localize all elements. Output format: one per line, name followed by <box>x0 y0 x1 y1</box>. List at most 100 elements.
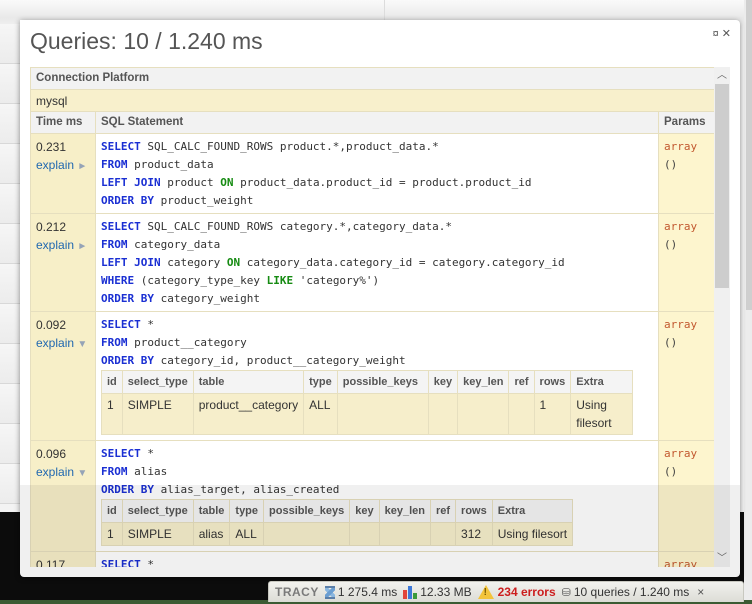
params-value: () <box>664 158 678 171</box>
page-scrollbar-thumb[interactable] <box>746 0 752 310</box>
scroll-down-icon[interactable]: ﹀ <box>714 550 730 567</box>
explain-cell <box>508 393 535 435</box>
sql-line: FROM product_data <box>101 156 653 174</box>
explain-link[interactable]: explain ► <box>36 238 87 252</box>
explain-column-header: type <box>303 370 338 394</box>
column-time: Time ms <box>30 111 96 134</box>
triangle-down-icon: ▼ <box>77 339 88 350</box>
sql-line: LEFT JOIN product ON product_data.produc… <box>101 174 653 192</box>
query-time-cell: 0.212 explain ► <box>30 213 96 312</box>
explain-column-header: key_len <box>378 499 431 523</box>
sql-text: 'category%') <box>293 274 380 287</box>
tracy-close-icon[interactable]: × <box>697 585 704 599</box>
queries-panel: Queries: 10 / 1.240 ms ¤✕ Connection Pla… <box>20 20 740 577</box>
connection-table: Connection Platform mysql Time ms SQL St… <box>30 67 714 567</box>
triangle-right-icon: ► <box>77 241 88 252</box>
explain-cell <box>427 393 459 435</box>
tracy-errors-value: 234 errors <box>497 585 556 599</box>
sql-keyword: LEFT JOIN <box>101 256 161 269</box>
sql-keyword: SELECT <box>101 140 141 153</box>
sql-text: * <box>140 318 154 331</box>
explain-cell: SIMPLE <box>121 393 194 435</box>
warning-icon: ! <box>477 585 494 599</box>
explain-link[interactable]: explain ▼ <box>36 465 87 479</box>
tracy-errors[interactable]: ! 234 errors <box>477 585 556 599</box>
sql-line: SELECT * <box>101 316 653 334</box>
queries-scroll-area: Connection Platform mysql Time ms SQL St… <box>30 67 714 567</box>
sql-statement: SELECT SQL_CALC_FOUND_ROWS category.*,ca… <box>95 213 659 312</box>
column-params: Params <box>657 111 714 134</box>
sql-statement: SELECT * FROM alias ORDER BY alias_target,… <box>95 440 659 552</box>
pin-icon[interactable]: ¤ <box>713 28 722 40</box>
params-type: array <box>664 558 698 567</box>
query-params: array () <box>657 133 714 214</box>
explain-table: id select_type table type possible_keys key ke… <box>101 499 574 546</box>
tracy-queries[interactable]: ⛁ 10 queries / 1.240 ms <box>562 585 690 599</box>
explain-label: explain <box>36 238 75 252</box>
sql-keyword: WHERE <box>101 274 135 287</box>
close-icon[interactable]: ✕ <box>722 28 734 40</box>
sql-keyword: ORDER BY <box>101 194 154 207</box>
tracy-memory-value: 12.33 MB <box>420 585 472 599</box>
tracy-logo[interactable]: TRACY <box>275 585 319 599</box>
connection-value: mysql <box>30 89 714 112</box>
sql-statement: SELECT SQL_CALC_FOUND_ROWS product.*,pro… <box>95 133 659 214</box>
sql-line: LEFT JOIN category ON category_data.cate… <box>101 254 653 272</box>
params-value: () <box>664 238 678 251</box>
connection-header: Connection Platform <box>30 67 714 90</box>
panel-scrollbar-thumb[interactable] <box>715 84 729 288</box>
sql-keyword: FROM <box>101 238 128 251</box>
tracy-memory[interactable]: 12.33 MB <box>403 585 472 599</box>
params-value: () <box>664 465 678 478</box>
sql-line: SELECT SQL_CALC_FOUND_ROWS category.*,ca… <box>101 218 653 236</box>
query-params: array () <box>657 440 714 552</box>
query-row: 0.092 explain ▼ SELECT * FROM product__cate… <box>30 311 714 441</box>
explain-column-header: possible_keys <box>336 370 429 394</box>
sql-line: SELECT SQL_CALC_FOUND_ROWS product.*,pro… <box>101 138 653 156</box>
sql-keyword: SELECT <box>101 318 141 331</box>
query-time: 0.096 <box>36 447 67 461</box>
sql-text: category_weight <box>153 292 260 305</box>
explain-column-header: type <box>229 499 265 523</box>
query-time-cell: 0.092 explain ▼ <box>30 311 96 441</box>
panel-controls: ¤✕ <box>713 27 734 40</box>
explain-column-header: key <box>427 370 459 394</box>
panel-scrollbar[interactable]: ︿ ﹀ <box>714 67 730 567</box>
sql-keyword: FROM <box>101 465 128 478</box>
sql-keyword: SELECT <box>101 558 141 567</box>
tracy-time[interactable]: 1 275.4 ms <box>324 585 398 599</box>
sql-text: * <box>140 447 154 460</box>
explain-column-header: table <box>192 499 231 523</box>
explain-link[interactable]: explain ► <box>36 158 87 172</box>
tracy-time-value: 1 275.4 ms <box>337 585 398 599</box>
query-time-cell: 0.117explain ► <box>30 551 96 567</box>
sql-keyword: SELECT <box>101 447 141 460</box>
sql-text: (category_type_key <box>134 274 267 287</box>
explain-cell: 1 <box>101 393 123 435</box>
params-type: array <box>664 318 698 331</box>
sql-text: product_data.product_id = product.produc… <box>233 176 532 189</box>
panel-body: Connection Platform mysql Time ms SQL St… <box>30 67 730 567</box>
explain-link[interactable]: explain ▼ <box>36 336 87 350</box>
explain-cell: 1 <box>101 522 123 546</box>
query-row: 0.212 explain ► SELECT SQL_CALC_FOUND_ROWS… <box>30 213 714 312</box>
params-type: array <box>664 220 698 233</box>
explain-cell: 1 <box>533 393 572 435</box>
query-time: 0.212 <box>36 220 67 234</box>
sql-keyword: FROM <box>101 336 128 349</box>
scroll-up-icon[interactable]: ︿ <box>714 67 730 84</box>
bar-chart-icon <box>403 585 418 599</box>
explain-column-header: rows <box>455 499 493 523</box>
explain-cell <box>349 522 380 546</box>
explain-cell <box>457 393 510 435</box>
params-type: array <box>664 140 698 153</box>
panel-title: Queries: 10 / 1.240 ms <box>30 28 263 54</box>
query-rows: 0.231 explain ► SELECT SQL_CALC_FOUND_ROWS… <box>30 133 714 567</box>
explain-column-header: possible_keys <box>263 499 351 523</box>
explain-column-header: key_len <box>457 370 510 394</box>
sql-keyword: ON <box>226 256 241 269</box>
sql-text: SQL_CALC_FOUND_ROWS category.*,category_… <box>140 220 453 233</box>
explain-cell: ALL <box>303 393 338 435</box>
query-time-cell: 0.231 explain ► <box>30 133 96 214</box>
sql-text: product_data <box>127 158 214 171</box>
